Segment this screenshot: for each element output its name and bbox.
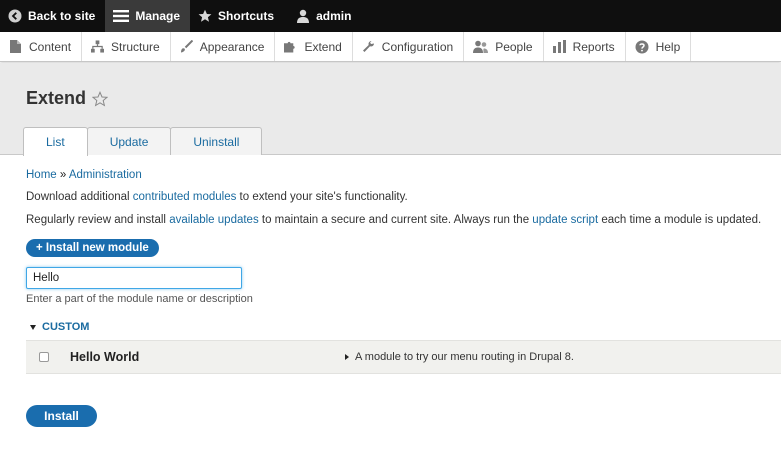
intro-text: to extend your site's functionality. [236, 191, 408, 203]
shortcuts-tab[interactable]: Shortcuts [190, 0, 284, 32]
tray-item-structure[interactable]: Structure [82, 32, 171, 61]
help-icon [635, 40, 649, 54]
tray-item-label: People [495, 39, 533, 54]
intro-paragraph-2: Regularly review and install available u… [26, 214, 761, 226]
module-name[interactable]: Hello World [70, 350, 139, 364]
bar-chart-icon [552, 40, 566, 53]
page-title-text: Extend [26, 88, 87, 108]
manage-label: Manage [135, 9, 181, 23]
breadcrumb-home-link[interactable]: Home [26, 169, 57, 181]
module-filter-input[interactable] [26, 267, 242, 289]
tab-uninstall[interactable]: Uninstall [170, 127, 263, 155]
tray-item-label: Reports [572, 39, 615, 54]
tray-item-label: Content [29, 39, 72, 54]
update-script-link[interactable]: update script [532, 214, 598, 226]
available-updates-link[interactable]: available updates [169, 214, 259, 226]
back-to-site-link[interactable]: Back to site [0, 0, 105, 32]
tray-item-people[interactable]: People [464, 32, 544, 61]
contributed-modules-link[interactable]: contributed modules [133, 191, 237, 203]
user-tab[interactable]: admin [284, 0, 361, 32]
table-row: Hello World A module to try our menu rou… [26, 340, 781, 374]
tray-item-help[interactable]: Help [626, 32, 692, 61]
page-title: Extend [26, 88, 109, 109]
tray-item-configuration[interactable]: Configuration [353, 32, 465, 61]
paintbrush-icon [180, 40, 193, 53]
intro-text: Download additional [26, 191, 133, 203]
caret-down-icon [30, 324, 36, 330]
tab-list[interactable]: List [23, 127, 88, 156]
module-description: A module to try our menu routing in Drup… [355, 351, 574, 363]
module-description-toggle[interactable]: A module to try our menu routing in Drup… [345, 351, 574, 363]
custom-group-toggle[interactable]: CUSTOM [30, 321, 89, 333]
tray-item-label: Appearance [199, 39, 265, 54]
caret-right-icon [345, 354, 349, 360]
back-to-site-label: Back to site [28, 9, 96, 23]
custom-group-label: CUSTOM [42, 321, 90, 333]
install-button[interactable]: Install [26, 405, 97, 427]
wrench-icon [362, 40, 375, 53]
star-icon [198, 9, 212, 23]
intro-text: each time a module is updated. [598, 214, 762, 226]
manage-tab[interactable]: Manage [105, 0, 191, 32]
tray-item-extend[interactable]: Extend [275, 32, 353, 61]
intro-paragraph-1: Download additional contributed modules … [26, 191, 408, 203]
tray-item-label: Structure [111, 39, 160, 54]
intro-text: to maintain a secure and current site. A… [258, 214, 533, 226]
document-icon [9, 40, 22, 53]
user-icon [296, 9, 310, 23]
tray-item-content[interactable]: Content [0, 32, 83, 61]
people-icon [473, 40, 489, 53]
puzzle-icon [284, 40, 297, 53]
page-header: Extend List Update Uninstall [0, 63, 781, 156]
breadcrumb-separator: » [59, 169, 67, 181]
add-shortcut-star-icon[interactable] [91, 90, 109, 107]
tab-label: List [46, 135, 65, 149]
intro-text: Regularly review and install [26, 214, 170, 226]
breadcrumb-administration-link[interactable]: Administration [69, 169, 142, 181]
menu-icon [113, 9, 130, 23]
tab-label: Uninstall [193, 134, 240, 149]
shortcuts-label: Shortcuts [218, 9, 275, 23]
admin-toolbar: Back to site Manage Shortcuts admin [0, 0, 781, 32]
breadcrumb: Home » Administration [26, 169, 142, 181]
filter-description: Enter a part of the module name or descr… [26, 293, 253, 305]
structure-icon [91, 40, 105, 53]
primary-tabs: List Update Uninstall [23, 127, 263, 156]
tab-update[interactable]: Update [86, 127, 172, 155]
tray-item-reports[interactable]: Reports [544, 32, 626, 61]
module-enable-checkbox[interactable] [39, 352, 49, 362]
back-arrow-icon [8, 9, 22, 23]
tray-item-label: Configuration [381, 39, 454, 54]
tray-item-label: Help [655, 39, 681, 54]
admin-tray: Content Structure Appearance Extend Conf… [0, 32, 781, 62]
user-label: admin [316, 9, 352, 23]
install-new-module-button[interactable]: + Install new module [26, 239, 159, 257]
tray-item-label: Extend [304, 39, 342, 54]
tray-item-appearance[interactable]: Appearance [171, 32, 276, 61]
tab-label: Update [109, 134, 149, 149]
